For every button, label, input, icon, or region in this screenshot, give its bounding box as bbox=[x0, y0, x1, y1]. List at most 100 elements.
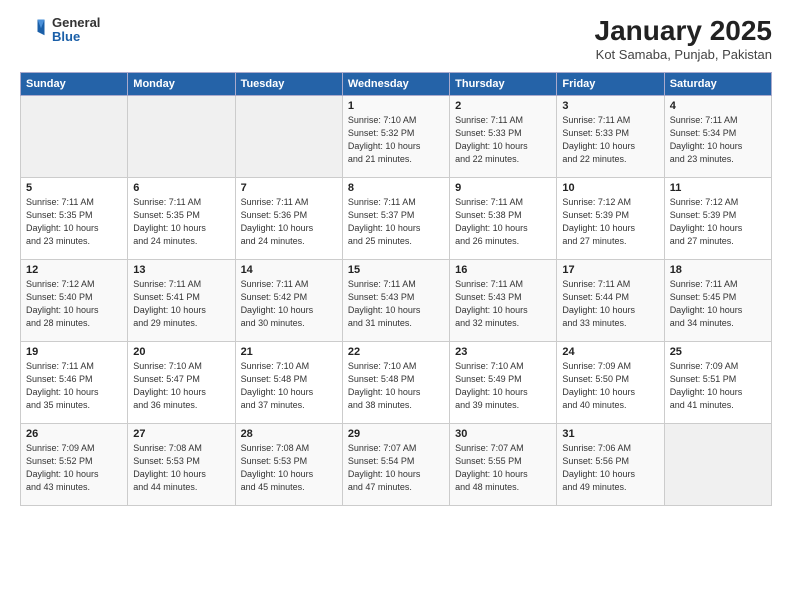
calendar-cell: 22 Sunrise: 7:10 AM Sunset: 5:48 PM Dayli… bbox=[342, 341, 449, 423]
calendar-cell: 3 Sunrise: 7:11 AM Sunset: 5:33 PM Daylig… bbox=[557, 95, 664, 177]
day-number: 7 bbox=[241, 182, 337, 194]
day-number: 26 bbox=[26, 428, 122, 440]
header-row: SundayMondayTuesdayWednesdayThursdayFrid… bbox=[21, 72, 772, 95]
calendar-body: 1Sunrise: 7:10 AM Sunset: 5:32 PM Daylig… bbox=[21, 95, 772, 505]
day-info: Sunrise: 7:08 AM Sunset: 5:53 PM Dayligh… bbox=[241, 442, 337, 494]
day-number: 1 bbox=[348, 100, 444, 112]
week-row-5: 26 Sunrise: 7:09 AM Sunset: 5:52 PM Dayli… bbox=[21, 423, 772, 505]
calendar-cell bbox=[21, 95, 128, 177]
day-info: Sunrise: 7:12 AM Sunset: 5:39 PM Dayligh… bbox=[670, 196, 766, 248]
day-number: 22 bbox=[348, 346, 444, 358]
day-number: 28 bbox=[241, 428, 337, 440]
day-header-friday: Friday bbox=[557, 72, 664, 95]
week-row-1: 1Sunrise: 7:10 AM Sunset: 5:32 PM Daylig… bbox=[21, 95, 772, 177]
calendar-cell: 10 Sunrise: 7:12 AM Sunset: 5:39 PM Dayli… bbox=[557, 177, 664, 259]
logo-blue-text: Blue bbox=[52, 30, 100, 44]
day-number: 9 bbox=[455, 182, 551, 194]
day-header-saturday: Saturday bbox=[664, 72, 771, 95]
day-number: 3 bbox=[562, 100, 658, 112]
calendar-cell: 13 Sunrise: 7:11 AM Sunset: 5:41 PM Dayli… bbox=[128, 259, 235, 341]
day-header-monday: Monday bbox=[128, 72, 235, 95]
day-info: Sunrise: 7:11 AM Sunset: 5:33 PM Dayligh… bbox=[562, 114, 658, 166]
calendar-cell: 26 Sunrise: 7:09 AM Sunset: 5:52 PM Dayli… bbox=[21, 423, 128, 505]
day-info: Sunrise: 7:12 AM Sunset: 5:39 PM Dayligh… bbox=[562, 196, 658, 248]
day-number: 21 bbox=[241, 346, 337, 358]
day-number: 23 bbox=[455, 346, 551, 358]
day-number: 24 bbox=[562, 346, 658, 358]
calendar-cell: 5 Sunrise: 7:11 AM Sunset: 5:35 PM Daylig… bbox=[21, 177, 128, 259]
week-row-4: 19 Sunrise: 7:11 AM Sunset: 5:46 PM Dayli… bbox=[21, 341, 772, 423]
day-number: 27 bbox=[133, 428, 229, 440]
day-number: 16 bbox=[455, 264, 551, 276]
day-number: 6 bbox=[133, 182, 229, 194]
calendar-cell: 14Sunrise: 7:11 AM Sunset: 5:42 PM Dayli… bbox=[235, 259, 342, 341]
day-number: 10 bbox=[562, 182, 658, 194]
calendar-cell: 25Sunrise: 7:09 AM Sunset: 5:51 PM Dayli… bbox=[664, 341, 771, 423]
week-row-3: 12 Sunrise: 7:12 AM Sunset: 5:40 PM Dayli… bbox=[21, 259, 772, 341]
calendar-cell: 8 Sunrise: 7:11 AM Sunset: 5:37 PM Daylig… bbox=[342, 177, 449, 259]
calendar-cell: 20 Sunrise: 7:10 AM Sunset: 5:47 PM Dayli… bbox=[128, 341, 235, 423]
day-number: 29 bbox=[348, 428, 444, 440]
day-info: Sunrise: 7:11 AM Sunset: 5:43 PM Dayligh… bbox=[348, 278, 444, 330]
day-number: 31 bbox=[562, 428, 658, 440]
calendar-cell: 23 Sunrise: 7:10 AM Sunset: 5:49 PM Dayli… bbox=[450, 341, 557, 423]
day-number: 30 bbox=[455, 428, 551, 440]
day-number: 4 bbox=[670, 100, 766, 112]
day-info: Sunrise: 7:11 AM Sunset: 5:45 PM Dayligh… bbox=[670, 278, 766, 330]
day-number: 20 bbox=[133, 346, 229, 358]
calendar-cell: 21 Sunrise: 7:10 AM Sunset: 5:48 PM Dayli… bbox=[235, 341, 342, 423]
day-info: Sunrise: 7:10 AM Sunset: 5:47 PM Dayligh… bbox=[133, 360, 229, 412]
day-number: 19 bbox=[26, 346, 122, 358]
day-header-thursday: Thursday bbox=[450, 72, 557, 95]
day-number: 12 bbox=[26, 264, 122, 276]
day-number: 13 bbox=[133, 264, 229, 276]
day-info: Sunrise: 7:12 AM Sunset: 5:40 PM Dayligh… bbox=[26, 278, 122, 330]
day-info: Sunrise: 7:08 AM Sunset: 5:53 PM Dayligh… bbox=[133, 442, 229, 494]
logo-icon bbox=[20, 16, 48, 44]
day-info: Sunrise: 7:11 AM Sunset: 5:33 PM Dayligh… bbox=[455, 114, 551, 166]
day-info: Sunrise: 7:11 AM Sunset: 5:41 PM Dayligh… bbox=[133, 278, 229, 330]
calendar-cell: 30 Sunrise: 7:07 AM Sunset: 5:55 PM Dayli… bbox=[450, 423, 557, 505]
logo: General Blue bbox=[20, 16, 100, 45]
day-info: Sunrise: 7:09 AM Sunset: 5:51 PM Dayligh… bbox=[670, 360, 766, 412]
page: General Blue January 2025 Kot Samaba, Pu… bbox=[0, 0, 792, 612]
day-info: Sunrise: 7:07 AM Sunset: 5:55 PM Dayligh… bbox=[455, 442, 551, 494]
day-info: Sunrise: 7:10 AM Sunset: 5:48 PM Dayligh… bbox=[241, 360, 337, 412]
calendar-cell: 7 Sunrise: 7:11 AM Sunset: 5:36 PM Daylig… bbox=[235, 177, 342, 259]
logo-general-text: General bbox=[52, 16, 100, 30]
day-info: Sunrise: 7:11 AM Sunset: 5:37 PM Dayligh… bbox=[348, 196, 444, 248]
day-info: Sunrise: 7:07 AM Sunset: 5:54 PM Dayligh… bbox=[348, 442, 444, 494]
calendar-cell bbox=[128, 95, 235, 177]
week-row-2: 5 Sunrise: 7:11 AM Sunset: 5:35 PM Daylig… bbox=[21, 177, 772, 259]
main-title: January 2025 bbox=[595, 16, 772, 47]
calendar-cell: 6 Sunrise: 7:11 AM Sunset: 5:35 PM Daylig… bbox=[128, 177, 235, 259]
day-info: Sunrise: 7:11 AM Sunset: 5:46 PM Dayligh… bbox=[26, 360, 122, 412]
calendar-cell: 9Sunrise: 7:11 AM Sunset: 5:38 PM Daylig… bbox=[450, 177, 557, 259]
day-info: Sunrise: 7:11 AM Sunset: 5:44 PM Dayligh… bbox=[562, 278, 658, 330]
calendar-cell bbox=[664, 423, 771, 505]
day-number: 15 bbox=[348, 264, 444, 276]
day-number: 8 bbox=[348, 182, 444, 194]
day-info: Sunrise: 7:11 AM Sunset: 5:35 PM Dayligh… bbox=[133, 196, 229, 248]
calendar-cell: 31 Sunrise: 7:06 AM Sunset: 5:56 PM Dayli… bbox=[557, 423, 664, 505]
day-info: Sunrise: 7:11 AM Sunset: 5:42 PM Dayligh… bbox=[241, 278, 337, 330]
day-info: Sunrise: 7:11 AM Sunset: 5:35 PM Dayligh… bbox=[26, 196, 122, 248]
calendar-cell bbox=[235, 95, 342, 177]
calendar-cell: 4Sunrise: 7:11 AM Sunset: 5:34 PM Daylig… bbox=[664, 95, 771, 177]
day-info: Sunrise: 7:10 AM Sunset: 5:48 PM Dayligh… bbox=[348, 360, 444, 412]
calendar-cell: 18 Sunrise: 7:11 AM Sunset: 5:45 PM Dayli… bbox=[664, 259, 771, 341]
day-header-wednesday: Wednesday bbox=[342, 72, 449, 95]
calendar-cell: 1Sunrise: 7:10 AM Sunset: 5:32 PM Daylig… bbox=[342, 95, 449, 177]
day-info: Sunrise: 7:06 AM Sunset: 5:56 PM Dayligh… bbox=[562, 442, 658, 494]
calendar-cell: 16Sunrise: 7:11 AM Sunset: 5:43 PM Dayli… bbox=[450, 259, 557, 341]
calendar-cell: 24Sunrise: 7:09 AM Sunset: 5:50 PM Dayli… bbox=[557, 341, 664, 423]
title-block: January 2025 Kot Samaba, Punjab, Pakista… bbox=[595, 16, 772, 62]
day-number: 5 bbox=[26, 182, 122, 194]
day-info: Sunrise: 7:09 AM Sunset: 5:52 PM Dayligh… bbox=[26, 442, 122, 494]
day-info: Sunrise: 7:10 AM Sunset: 5:49 PM Dayligh… bbox=[455, 360, 551, 412]
calendar-cell: 15 Sunrise: 7:11 AM Sunset: 5:43 PM Dayli… bbox=[342, 259, 449, 341]
day-number: 18 bbox=[670, 264, 766, 276]
day-info: Sunrise: 7:11 AM Sunset: 5:36 PM Dayligh… bbox=[241, 196, 337, 248]
calendar-cell: 12 Sunrise: 7:12 AM Sunset: 5:40 PM Dayli… bbox=[21, 259, 128, 341]
calendar-cell: 28 Sunrise: 7:08 AM Sunset: 5:53 PM Dayli… bbox=[235, 423, 342, 505]
